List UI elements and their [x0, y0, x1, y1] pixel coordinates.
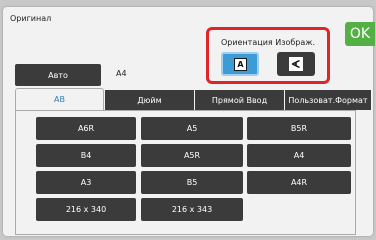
size-b5r-button[interactable]: B5R: [247, 117, 351, 140]
tab-custom-format[interactable]: Пользоват.Формат: [285, 90, 371, 110]
size-216x340-button[interactable]: 216 x 340: [36, 198, 136, 221]
size-a3-button[interactable]: A3: [36, 171, 136, 194]
image-orientation-label: Ориентация Изображ.: [220, 38, 316, 47]
page-title: Оригинал: [10, 14, 52, 23]
portrait-page-icon: A: [234, 58, 247, 71]
orientation-portrait-button[interactable]: A: [221, 52, 259, 76]
size-a4-button[interactable]: A4: [247, 144, 351, 167]
portrait-page-glyph: A: [237, 60, 244, 69]
size-a6r-button[interactable]: A6R: [36, 117, 136, 140]
detected-size-value: A4: [116, 69, 127, 78]
size-a5r-button[interactable]: A5R: [141, 144, 243, 167]
orientation-landscape-button[interactable]: [277, 52, 315, 76]
tab-ab[interactable]: AB: [15, 88, 104, 110]
rotated-a-icon: [291, 59, 300, 69]
size-a5-button[interactable]: A5: [141, 117, 243, 140]
auto-size-button[interactable]: Авто: [15, 64, 101, 86]
ok-button[interactable]: OK: [345, 22, 375, 46]
landscape-page-icon: [289, 57, 303, 71]
tab-inch[interactable]: Дюйм: [105, 90, 194, 110]
image-orientation-group: Ориентация Изображ. A: [206, 27, 330, 84]
size-b5-button[interactable]: B5: [141, 171, 243, 194]
tab-direct-entry[interactable]: Прямой Ввод: [195, 90, 284, 110]
size-216x343-button[interactable]: 216 x 343: [141, 198, 243, 221]
size-category-tabs: AB Дюйм Прямой Ввод Пользоват.Формат: [15, 88, 371, 110]
size-a4r-button[interactable]: A4R: [247, 171, 351, 194]
size-b4-button[interactable]: B4: [36, 144, 136, 167]
